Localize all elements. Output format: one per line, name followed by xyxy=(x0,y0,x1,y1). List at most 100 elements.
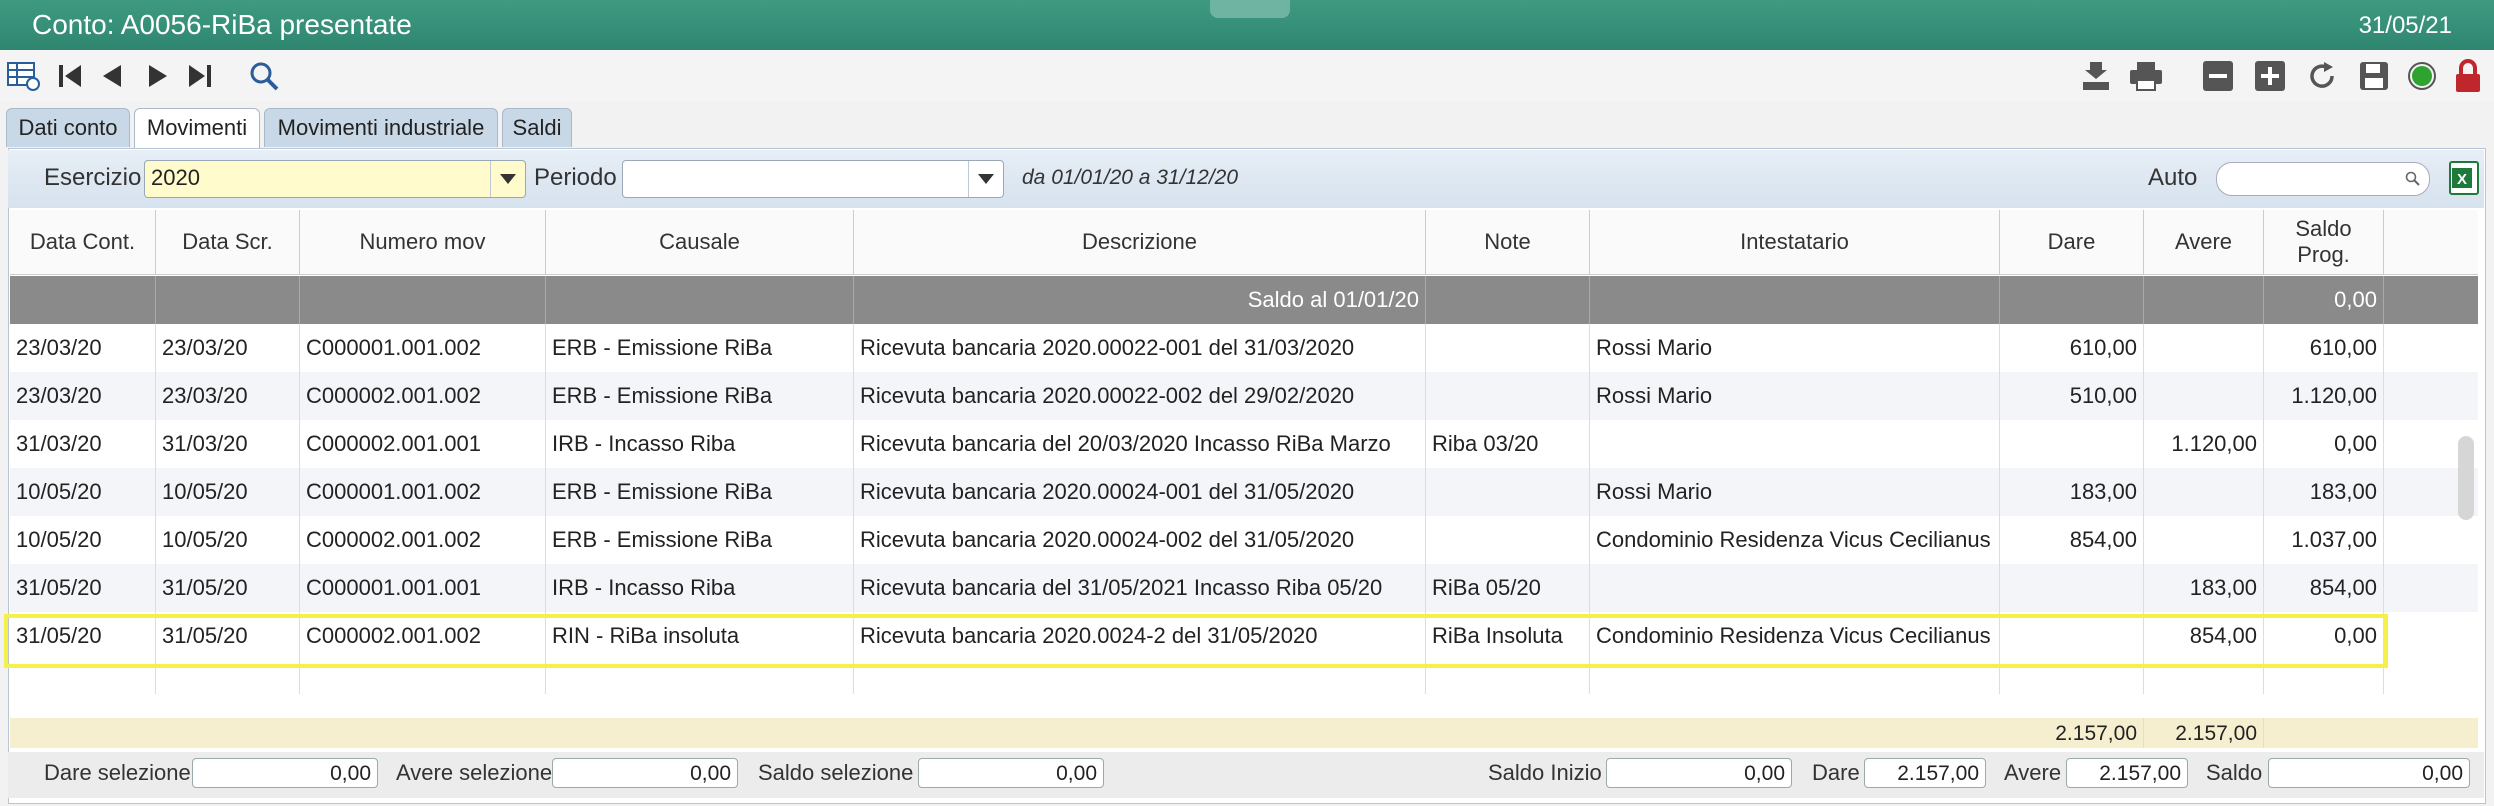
save-icon[interactable] xyxy=(2356,58,2392,94)
column-header[interactable]: Saldo Prog. xyxy=(2264,210,2384,274)
saldo-inizio-field[interactable]: 0,00 xyxy=(1606,758,1792,788)
remove-icon[interactable] xyxy=(2200,58,2236,94)
auto-label: Auto xyxy=(2148,164,2198,191)
table-row[interactable]: 10/05/20 10/05/20 C000002.001.002 ERB - Emi… xyxy=(10,516,2478,564)
window-date: 31/05/21 xyxy=(2358,12,2452,39)
column-header[interactable]: Dare xyxy=(2000,210,2144,274)
table-cell xyxy=(2000,276,2144,324)
saldo-value: 0,00 xyxy=(2264,276,2384,324)
table-row[interactable]: 31/05/20 31/05/20 C000001.001.001 IRB - Inc… xyxy=(10,564,2478,612)
avere-selezione-field[interactable]: 0,00 xyxy=(552,758,738,788)
cell-avere xyxy=(2144,516,2264,564)
column-header[interactable]: Numero mov xyxy=(300,210,546,274)
cell-intestatario xyxy=(1590,420,2000,468)
svg-text:X: X xyxy=(2457,171,2467,188)
tab-movimenti[interactable]: Movimenti xyxy=(134,108,260,149)
cell-note: RiBa 05/20 xyxy=(1426,564,1590,612)
dare-selezione-field[interactable]: 0,00 xyxy=(192,758,378,788)
toolbar xyxy=(0,50,2494,102)
table-cell xyxy=(300,276,546,324)
cell-data-cont: 23/03/20 xyxy=(10,372,156,420)
cell-descrizione: Ricevuta bancaria del 20/03/2020 Incasso… xyxy=(854,420,1426,468)
cell-avere xyxy=(2144,324,2264,372)
column-header[interactable]: Avere xyxy=(2144,210,2264,274)
opening-balance-row[interactable]: Saldo al 01/01/20 0,00 xyxy=(10,276,2478,324)
column-header[interactable]: Causale xyxy=(546,210,854,274)
table-settings-icon[interactable] xyxy=(6,58,42,94)
esercizio-select[interactable]: 2020 xyxy=(144,160,526,198)
tab-dati-conto[interactable]: Dati conto xyxy=(6,108,130,147)
cell-causale: ERB - Emissione RiBa xyxy=(546,324,854,372)
column-header[interactable]: Note xyxy=(1426,210,1590,274)
cell-numero-mov: C000002.001.002 xyxy=(300,372,546,420)
saldo-selezione-field[interactable]: 0,00 xyxy=(918,758,1104,788)
print-icon[interactable] xyxy=(2128,58,2164,94)
excel-export-icon[interactable]: X xyxy=(2448,160,2480,196)
column-header[interactable]: Intestatario xyxy=(1590,210,2000,274)
table-row[interactable]: 31/05/20 31/05/20 C000002.001.002 RIN - RiB… xyxy=(10,612,2478,660)
cell-intestatario: Condominio Residenza Vicus Cecilianus xyxy=(1590,612,2000,660)
cell-data-scr: 10/05/20 xyxy=(156,468,300,516)
table-row[interactable]: 31/03/20 31/03/20 C000002.001.001 IRB - Inc… xyxy=(10,420,2478,468)
cell-numero-mov: C000001.001.002 xyxy=(300,468,546,516)
column-header[interactable]: Data Scr. xyxy=(156,210,300,274)
table-row[interactable]: 23/03/20 23/03/20 C000002.001.002 ERB - Emi… xyxy=(10,372,2478,420)
chevron-down-icon[interactable] xyxy=(490,161,525,197)
cell-dare: 510,00 xyxy=(2000,372,2144,420)
cell-data-scr: 31/05/20 xyxy=(156,612,300,660)
last-record-icon[interactable] xyxy=(182,58,218,94)
avere-field[interactable]: 2.157,00 xyxy=(2066,758,2188,788)
cell-intestatario: Rossi Mario xyxy=(1590,468,2000,516)
search-icon[interactable] xyxy=(246,58,282,94)
table-cell xyxy=(1590,660,2000,694)
table-cell xyxy=(2000,660,2144,694)
cell-intestatario xyxy=(1590,564,2000,612)
cell-causale: ERB - Emissione RiBa xyxy=(546,468,854,516)
window-grip[interactable] xyxy=(1210,0,1290,18)
dare-field[interactable]: 2.157,00 xyxy=(1864,758,1986,788)
cell-saldo-prog: 610,00 xyxy=(2264,324,2384,372)
column-header[interactable]: Data Cont. xyxy=(10,210,156,274)
periodo-label: Periodo xyxy=(534,164,617,191)
cell-note xyxy=(1426,372,1590,420)
next-record-icon[interactable] xyxy=(140,58,176,94)
auto-search-input[interactable] xyxy=(2216,162,2430,196)
cell-causale: IRB - Incasso Riba xyxy=(546,564,854,612)
cell-intestatario: Rossi Mario xyxy=(1590,372,2000,420)
column-header[interactable]: Descrizione xyxy=(854,210,1426,274)
date-range: da 01/01/20 a 31/12/20 xyxy=(1022,166,1239,189)
esercizio-label: Esercizio xyxy=(44,164,142,191)
refresh-icon[interactable] xyxy=(2304,58,2340,94)
table-row[interactable]: 23/03/20 23/03/20 C000001.001.002 ERB - Emi… xyxy=(10,324,2478,372)
add-icon[interactable] xyxy=(2252,58,2288,94)
first-record-icon[interactable] xyxy=(52,58,88,94)
cell-note: RiBa Insoluta xyxy=(1426,612,1590,660)
archive-icon[interactable] xyxy=(2078,58,2114,94)
table-header: Data Cont. Data Scr. Numero mov Causale … xyxy=(10,210,2478,275)
table-cell xyxy=(156,660,300,694)
tab-movimenti-industriale[interactable]: Movimenti industriale xyxy=(264,108,498,147)
cell-dare: 854,00 xyxy=(2000,516,2144,564)
chevron-down-icon[interactable] xyxy=(968,161,1003,197)
empty-row[interactable] xyxy=(10,660,2478,694)
vertical-scrollbar[interactable] xyxy=(2458,436,2474,520)
saldo-field[interactable]: 0,00 xyxy=(2268,758,2470,788)
table-cell xyxy=(2144,276,2264,324)
cell-saldo-prog: 0,00 xyxy=(2264,612,2384,660)
cell-numero-mov: C000001.001.002 xyxy=(300,324,546,372)
totals-row: 2.157,00 2.157,00 xyxy=(10,718,2478,748)
tab-saldi[interactable]: Saldi xyxy=(502,108,572,147)
cell-descrizione: Ricevuta bancaria del 31/05/2021 Incasso… xyxy=(854,564,1426,612)
periodo-select[interactable] xyxy=(622,160,1004,198)
table-row[interactable]: 10/05/20 10/05/20 C000001.001.002 ERB - Emi… xyxy=(10,468,2478,516)
cell-intestatario: Rossi Mario xyxy=(1590,324,2000,372)
cell-saldo-prog: 183,00 xyxy=(2264,468,2384,516)
table-cell xyxy=(1426,660,1590,694)
cell-avere: 183,00 xyxy=(2144,564,2264,612)
prev-record-icon[interactable] xyxy=(94,58,130,94)
lock-icon[interactable] xyxy=(2450,58,2486,94)
table-cell xyxy=(156,276,300,324)
status-icon[interactable] xyxy=(2404,58,2440,94)
cell-numero-mov: C000002.001.002 xyxy=(300,612,546,660)
cell-data-cont: 23/03/20 xyxy=(10,324,156,372)
